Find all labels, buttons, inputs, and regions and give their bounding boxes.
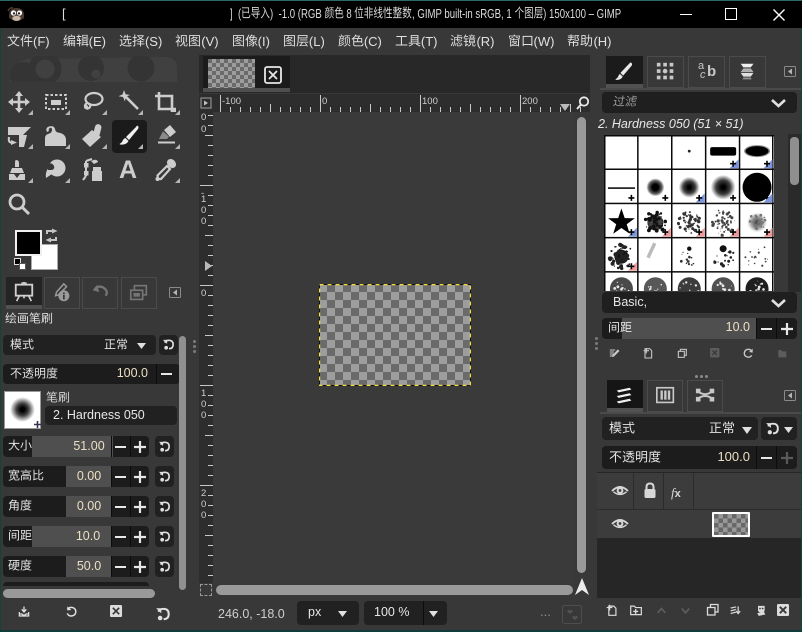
- svg-text:0: 0: [201, 205, 206, 216]
- svg-text:200: 200: [522, 96, 538, 107]
- svg-text:1: 1: [201, 194, 206, 205]
- svg-text:2: 2: [201, 488, 206, 499]
- svg-text:0: 0: [201, 499, 206, 510]
- svg-text:-100: -100: [222, 96, 241, 107]
- svg-text:0: 0: [201, 124, 206, 135]
- svg-text:0: 0: [201, 510, 206, 521]
- svg-text:0: 0: [201, 410, 206, 421]
- svg-text:0: 0: [201, 216, 206, 227]
- svg-text:0: 0: [201, 112, 206, 123]
- svg-text:0: 0: [201, 288, 206, 299]
- svg-text:0: 0: [201, 399, 206, 410]
- svg-text:1: 1: [201, 388, 206, 399]
- svg-text:0: 0: [322, 96, 327, 107]
- svg-text:100: 100: [422, 96, 438, 107]
